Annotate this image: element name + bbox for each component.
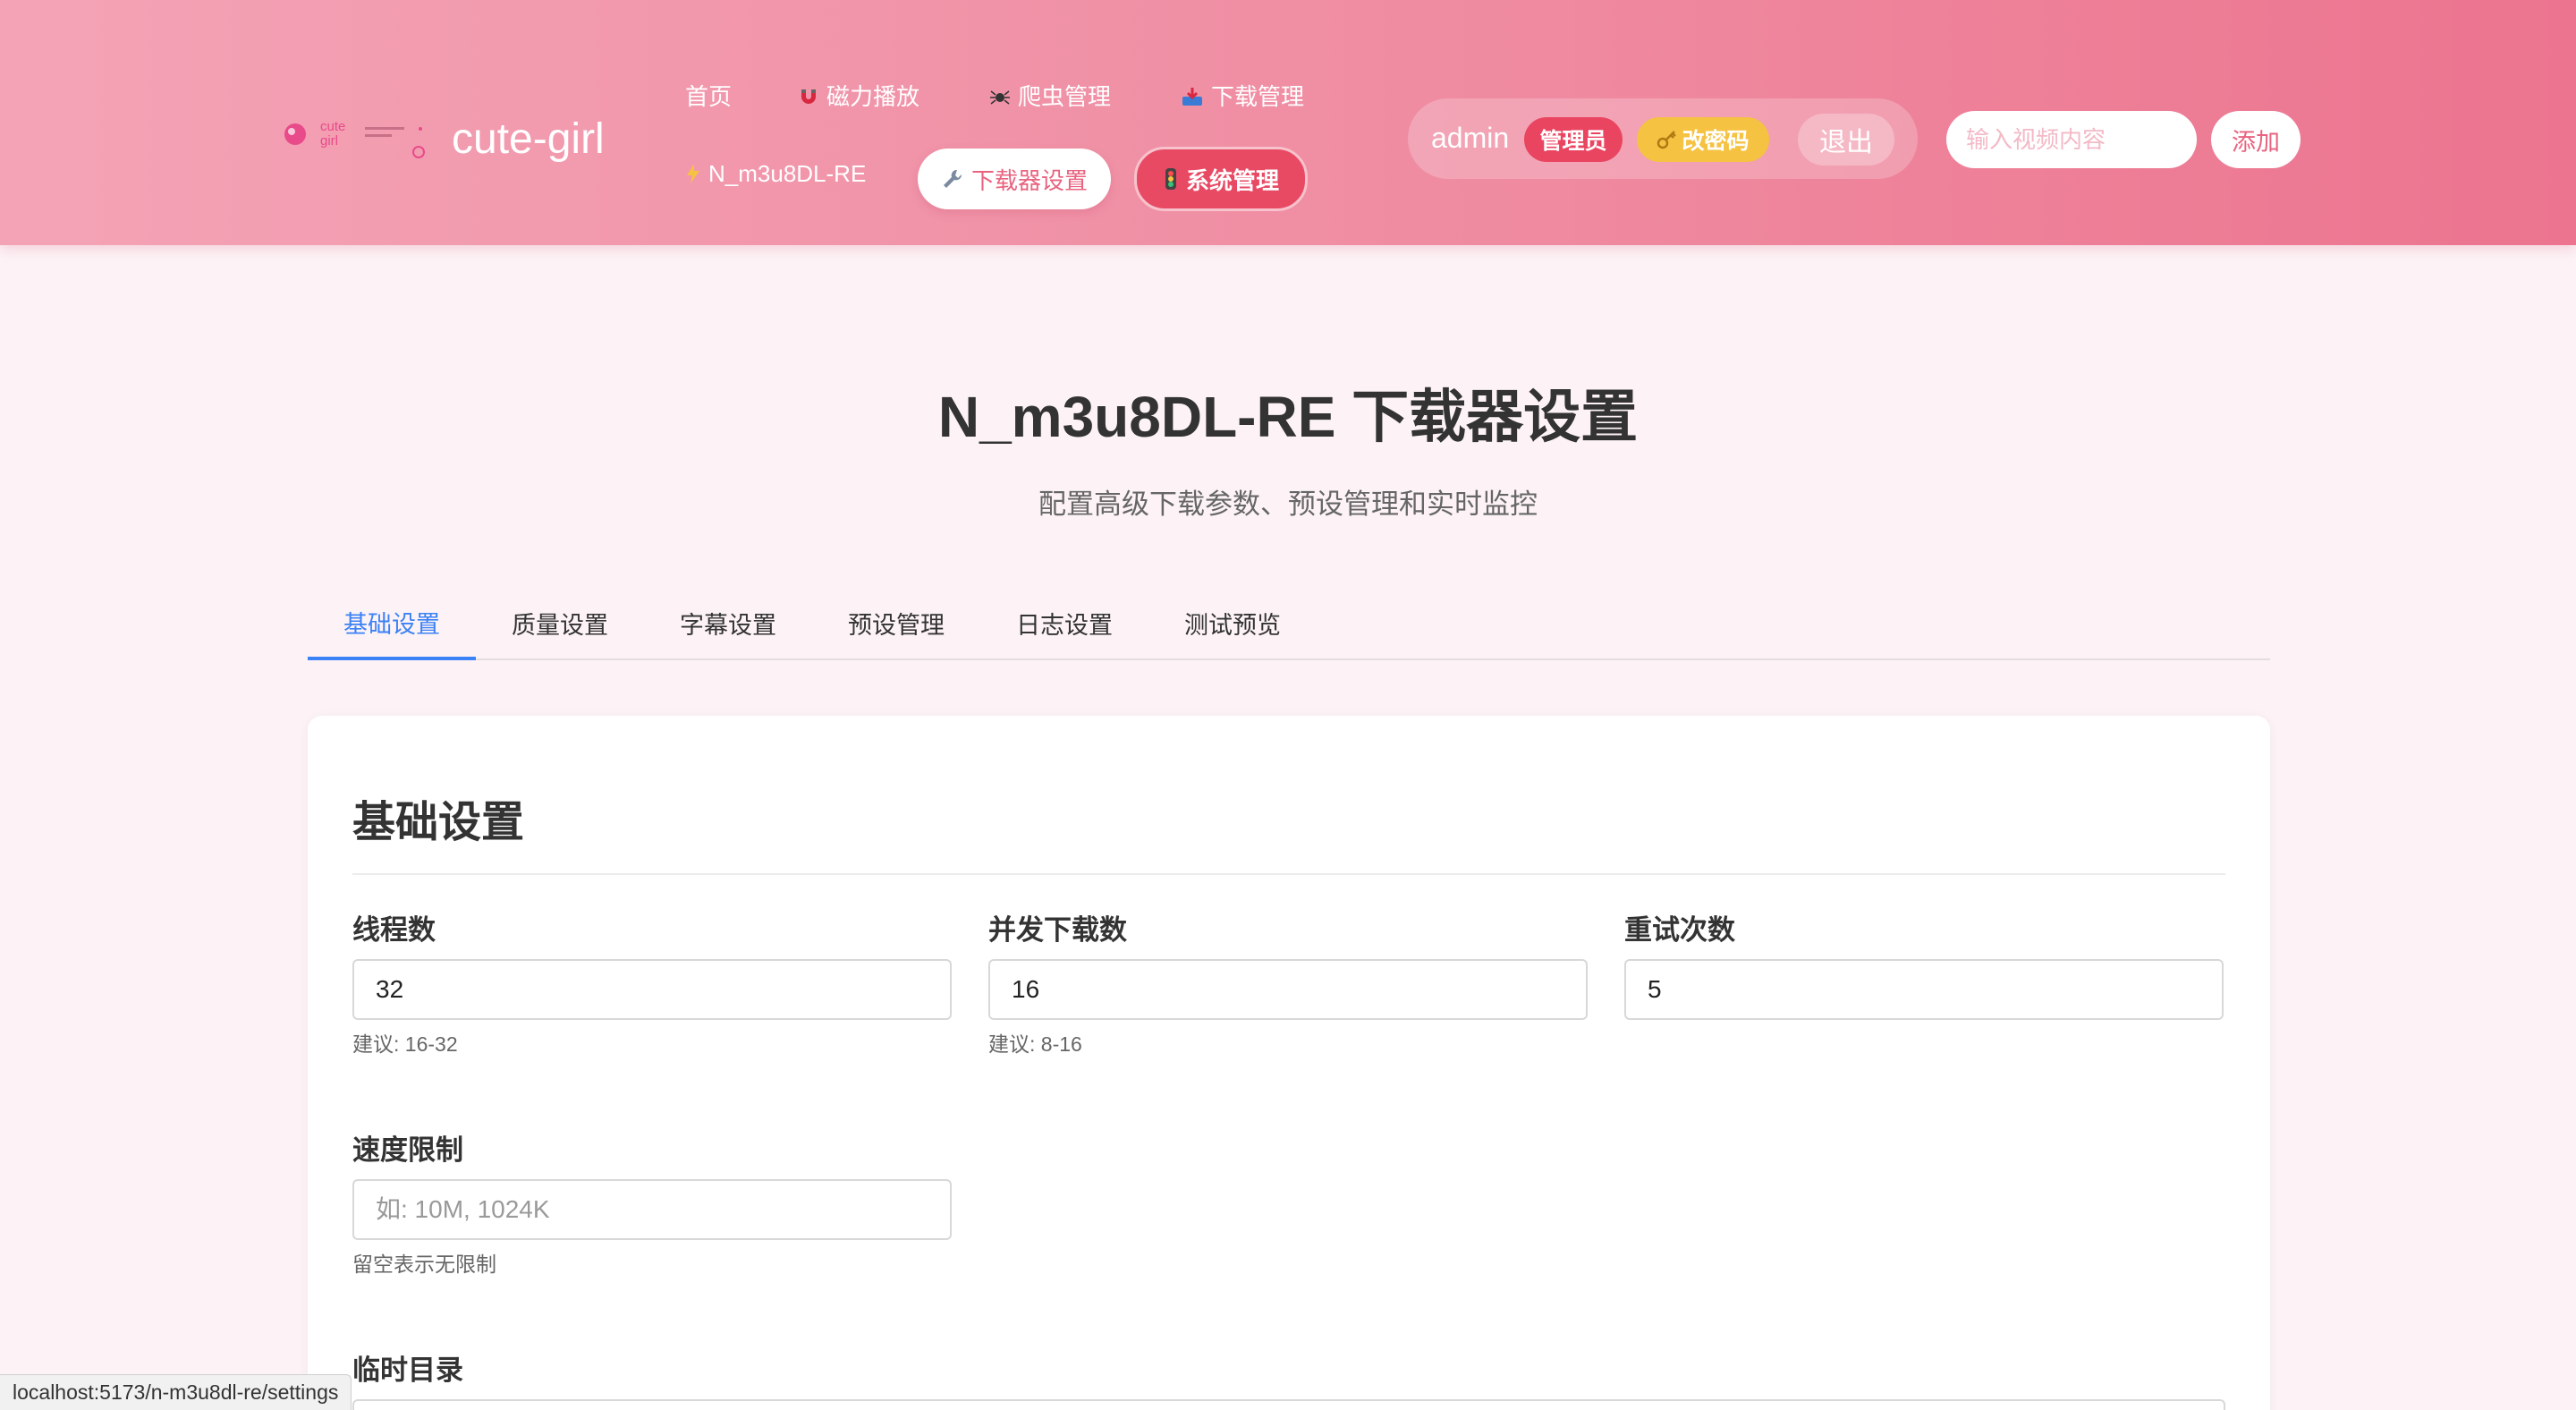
magnet-icon <box>801 89 816 104</box>
threads-label: 线程数 <box>352 914 436 946</box>
section-divider <box>352 873 2225 875</box>
nav-magnet-label: 磁力播放 <box>826 83 920 110</box>
tab-subtitle[interactable]: 字幕设置 <box>644 587 812 658</box>
inbox-tray-icon <box>1182 88 1202 106</box>
settings-tabs: 基础设置 质量设置 字幕设置 预设管理 日志设置 测试预览 <box>308 587 2270 660</box>
role-badge: 管理员 <box>1524 117 1623 162</box>
username: admin <box>1431 122 1510 154</box>
wrench-icon <box>943 169 962 188</box>
key-icon <box>1657 131 1677 149</box>
site-logo[interactable]: cute girl <box>279 115 431 161</box>
concurrent-hint: 建议: 8-16 <box>988 1032 1082 1056</box>
tab-presets[interactable]: 预设管理 <box>812 587 980 658</box>
retry-label: 重试次数 <box>1624 914 1735 946</box>
nav-crawler[interactable]: 爬虫管理 <box>989 79 1111 115</box>
retry-input[interactable] <box>1624 959 2224 1020</box>
concurrent-input[interactable] <box>988 959 1588 1020</box>
tab-basic[interactable]: 基础设置 <box>308 587 476 660</box>
section-title: 基础设置 <box>352 799 525 846</box>
temp-dir-input[interactable] <box>352 1399 2225 1410</box>
nav-home-label: 首页 <box>685 83 733 110</box>
change-password-button[interactable]: 改密码 <box>1637 117 1769 162</box>
page-subtitle: 配置高级下载参数、预设管理和实时监控 <box>1038 488 1538 520</box>
status-url: localhost:5173/n-m3u8dl-re/settings <box>13 1380 339 1404</box>
nav-system-label: 系统管理 <box>1185 166 1279 194</box>
nav-downloader-settings[interactable]: 下载器设置 <box>918 149 1111 209</box>
logout-button[interactable]: 退出 <box>1798 114 1894 166</box>
temp-dir-label: 临时目录 <box>352 1355 463 1386</box>
tab-logs[interactable]: 日志设置 <box>980 587 1148 658</box>
threads-input[interactable] <box>352 959 952 1020</box>
nav-magnet[interactable]: 磁力播放 <box>798 79 919 115</box>
settings-card <box>308 716 2270 1410</box>
role-badge-label: 管理员 <box>1539 129 1607 154</box>
threads-hint: 建议: 16-32 <box>352 1032 458 1056</box>
svg-text:cute: cute <box>320 119 345 134</box>
svg-text:girl: girl <box>320 133 338 149</box>
concurrent-label: 并发下载数 <box>988 914 1127 946</box>
lightning-icon <box>687 164 699 183</box>
speed-limit-hint: 留空表示无限制 <box>352 1253 496 1276</box>
change-password-label: 改密码 <box>1682 129 1750 154</box>
traffic-light-icon <box>1165 168 1176 190</box>
nav-crawler-label: 爬虫管理 <box>1018 83 1112 110</box>
nav-download[interactable]: 下载管理 <box>1181 79 1304 115</box>
spider-icon <box>990 90 1010 105</box>
add-button[interactable]: 添加 <box>2211 111 2301 168</box>
link-status-bar: localhost:5173/n-m3u8dl-re/settings <box>0 1374 352 1410</box>
nav-nm3u8dl[interactable]: N_m3u8DL-RE <box>685 156 866 191</box>
nav-home[interactable]: 首页 <box>685 79 732 115</box>
tab-quality[interactable]: 质量设置 <box>476 587 644 658</box>
video-search-input[interactable] <box>1946 111 2197 168</box>
page-title: N_m3u8DL-RE 下载器设置 <box>937 385 1639 449</box>
nav-nm3u8dl-label: N_m3u8DL-RE <box>708 160 867 187</box>
speed-limit-input[interactable] <box>352 1179 952 1240</box>
add-button-label: 添加 <box>2232 128 2280 156</box>
brand-name[interactable]: cute-girl <box>452 115 605 165</box>
nav-download-label: 下载管理 <box>1211 83 1305 110</box>
logout-label: 退出 <box>1819 128 1873 157</box>
nav-system[interactable]: 系统管理 <box>1134 147 1308 211</box>
nav-downloader-settings-label: 下载器设置 <box>970 166 1088 194</box>
speed-limit-label: 速度限制 <box>352 1134 463 1166</box>
tab-test-preview[interactable]: 测试预览 <box>1148 587 1317 658</box>
